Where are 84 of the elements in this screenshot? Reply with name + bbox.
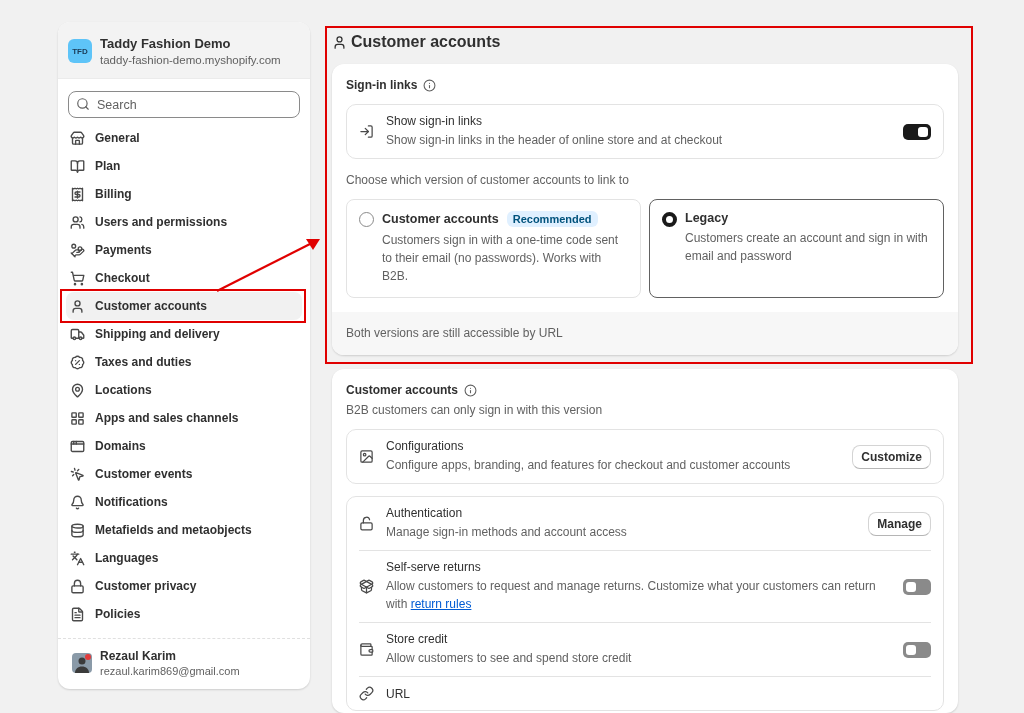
nav-item[interactable]: Users and permissions <box>66 208 302 236</box>
package-icon <box>359 579 374 594</box>
option-card[interactable]: Legacy Customers create an account and sign in with email and password <box>649 199 944 298</box>
info-icon <box>423 78 437 92</box>
card-title: Sign-in links <box>346 78 418 92</box>
wallet-icon <box>359 642 374 657</box>
user-name: Rezaul Karim <box>100 649 178 663</box>
nav-item[interactable]: Notifications <box>66 488 302 516</box>
user-icon <box>332 34 347 50</box>
map-pin-icon <box>70 382 85 398</box>
store-icon <box>70 130 85 146</box>
user-icon <box>70 298 85 314</box>
image-icon <box>359 449 374 464</box>
truck-icon <box>70 326 85 342</box>
radio-button[interactable] <box>662 212 677 227</box>
nav-item[interactable]: Customer events <box>66 460 302 488</box>
setting-title: Configurations <box>386 439 465 453</box>
card-title: Customer accounts <box>346 383 459 397</box>
setting-description: Configure apps, branding, and features for checkout and customer accounts <box>386 457 792 474</box>
database-icon <box>70 522 85 538</box>
search-field[interactable]: Search <box>68 91 300 118</box>
option-description: Customers create an account and sign in with email and password <box>685 230 929 265</box>
receipt-icon <box>70 186 85 202</box>
nav-item[interactable]: Apps and sales channels <box>66 404 302 432</box>
setting-title: Self-serve returns <box>386 560 482 574</box>
toggle-switch[interactable] <box>903 641 931 658</box>
bell-icon <box>70 494 85 510</box>
radio-button[interactable] <box>359 212 374 227</box>
nav-item[interactable]: Taxes and duties <box>66 348 302 376</box>
languages-icon <box>70 550 85 566</box>
setting-description: Manage sign-in methods and account access <box>386 524 628 541</box>
setting-description: Show sign-in links in the header of online store and at checkout <box>386 132 724 149</box>
action-button[interactable]: Customize <box>852 444 931 469</box>
users-icon <box>70 214 85 230</box>
nav-item[interactable]: Customer privacy <box>66 572 302 600</box>
option-card[interactable]: Customer accounts Recommended Customers sign in with a one-time code sent to their email (no passwords). Works with B2B. <box>346 199 641 298</box>
nav-item[interactable]: Checkout <box>66 264 302 292</box>
prompt-text: Choose which version of customer accounts to link to <box>346 173 630 187</box>
percent-badge-icon <box>70 354 85 370</box>
nav-item[interactable]: Policies <box>66 600 302 628</box>
unlock-icon <box>359 516 374 531</box>
setting-description: Allow customers to see and spend store credit <box>386 650 633 667</box>
avatar <box>72 653 92 673</box>
hand-coins-icon <box>70 242 85 258</box>
nav-item[interactable]: Billing <box>66 180 302 208</box>
option-title: Customer accounts <box>382 212 499 226</box>
action-button[interactable]: Manage <box>868 511 931 536</box>
setting-title: Store credit <box>386 632 449 646</box>
return-rules-link[interactable]: return rules <box>410 597 472 611</box>
nav-item[interactable]: Shipping and delivery <box>66 320 302 348</box>
info-icon <box>464 383 478 397</box>
toggle-switch[interactable] <box>903 578 931 595</box>
setting-title: Authentication <box>386 506 464 520</box>
recommended-badge: Recommended <box>506 211 598 227</box>
store-name: Taddy Fashion Demo <box>100 36 232 51</box>
lock-icon <box>70 578 85 594</box>
option-title: Legacy <box>685 211 729 225</box>
document-icon <box>70 606 85 622</box>
option-description: Customers sign in with a one-time code sent to their email (no passwords). Works with B2B. <box>382 232 620 285</box>
nav-item[interactable]: Locations <box>66 376 302 404</box>
grid-icon <box>70 410 85 426</box>
store-domain: taddy-fashion-demo.myshopify.com <box>100 54 281 66</box>
setting-title: Show sign-in links <box>386 114 484 128</box>
book-icon <box>70 158 85 174</box>
nav-item[interactable]: Plan <box>66 152 302 180</box>
nav-item[interactable]: Payments <box>66 236 302 264</box>
search-icon <box>76 97 90 111</box>
page-title: Customer accounts <box>351 33 501 51</box>
sign-in-icon <box>359 124 374 139</box>
nav-item[interactable]: Domains <box>66 432 302 460</box>
link-icon <box>359 686 374 701</box>
cart-icon <box>70 270 85 286</box>
user-email: rezaul.karim869@gmail.com <box>100 665 240 677</box>
card-subtitle: B2B customers can only sign in with this version <box>346 403 604 417</box>
pointer-click-icon <box>70 466 85 482</box>
setting-description: Allow customers to request and manage returns. Customize what your customers can return with return rules <box>386 578 877 613</box>
store-avatar: TFD <box>68 39 92 63</box>
card-footer: Both versions are still accessible by URL <box>332 312 958 355</box>
nav-item[interactable]: General <box>66 124 302 152</box>
nav-item[interactable]: Languages <box>66 544 302 572</box>
window-icon <box>70 438 85 454</box>
nav-item[interactable]: Metafields and metaobjects <box>66 516 302 544</box>
setting-title: URL <box>386 686 411 701</box>
toggle-switch[interactable] <box>903 123 931 140</box>
